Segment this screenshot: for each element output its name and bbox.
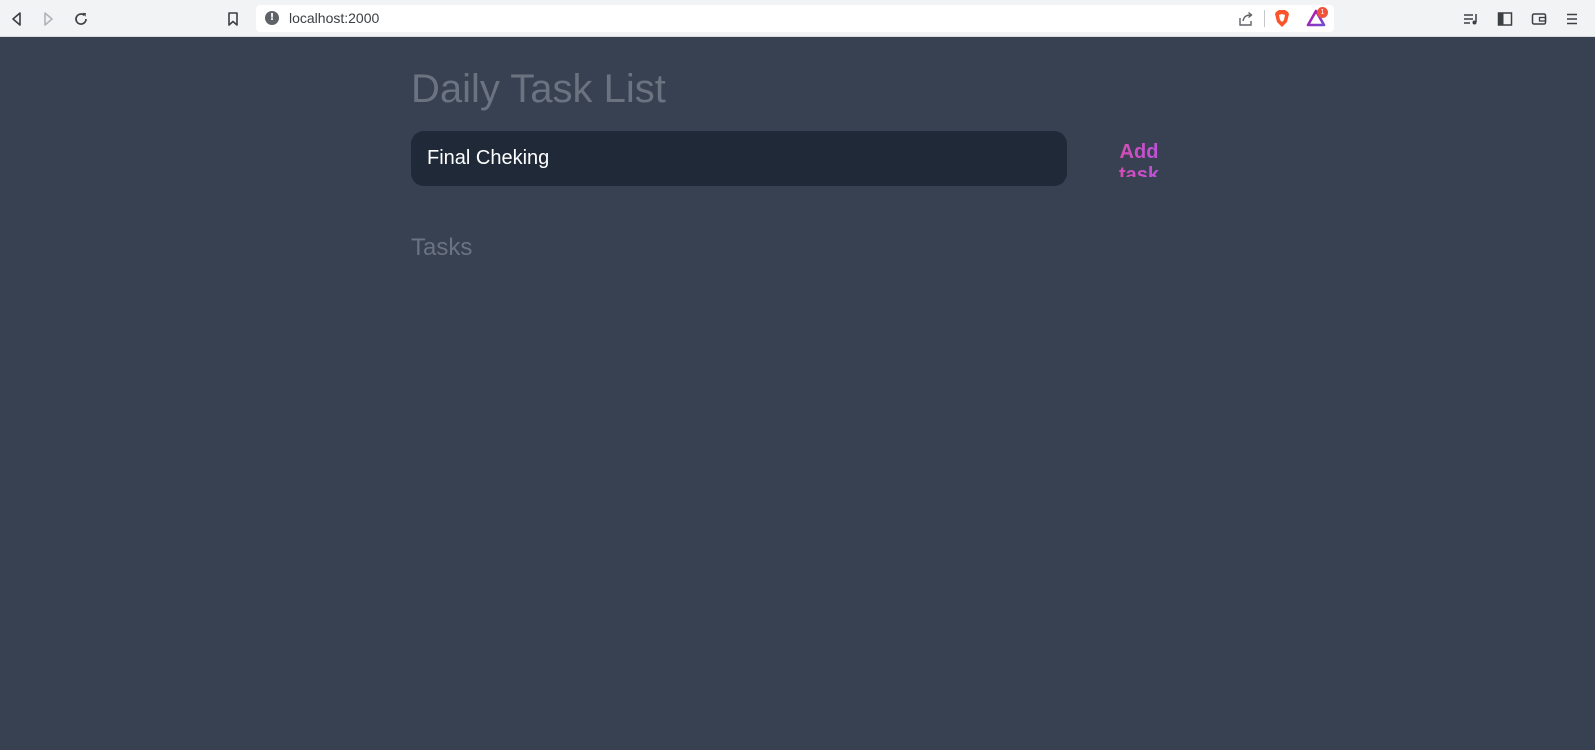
tasks-heading: Tasks [411,234,473,261]
back-arrow-icon[interactable] [5,7,29,31]
task-input[interactable] [411,131,1067,186]
brave-rewards-icon[interactable]: 1 [1306,7,1328,28]
sidebar-icon[interactable] [1493,7,1517,31]
url-text[interactable]: localhost:2000 [289,10,379,26]
playlist-icon[interactable] [1459,7,1483,31]
share-icon[interactable] [1237,10,1255,28]
brave-shield-icon[interactable] [1273,9,1291,28]
info-icon[interactable]: ! [265,11,279,25]
reload-icon[interactable] [69,7,93,31]
separator [1264,10,1265,27]
bookmark-icon[interactable] [221,7,245,31]
page-title: Daily Task List [411,67,666,111]
add-task-button[interactable]: Add task [1087,141,1191,186]
menu-icon[interactable] [1560,7,1584,31]
address-bar[interactable]: ! localhost:2000 1 [256,5,1334,32]
rewards-badge: 1 [1317,7,1328,18]
browser-toolbar: ! localhost:2000 1 [0,0,1595,37]
wallet-icon[interactable] [1527,7,1551,31]
forward-arrow-icon[interactable] [36,7,60,31]
